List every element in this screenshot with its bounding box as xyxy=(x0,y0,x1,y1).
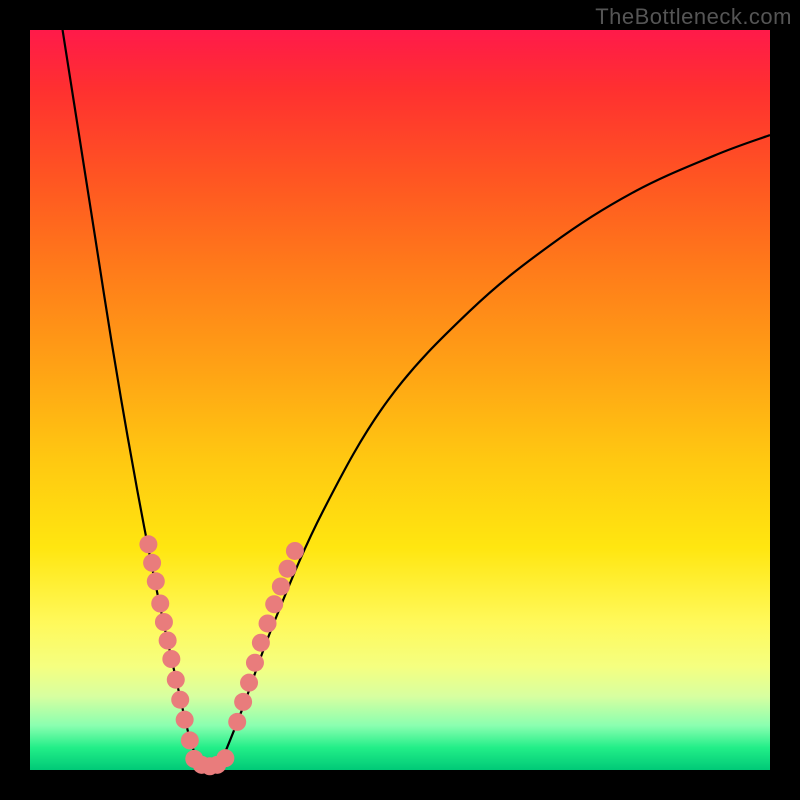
data-marker xyxy=(246,654,264,672)
data-marker xyxy=(272,577,290,595)
data-marker xyxy=(259,614,277,632)
right-branch-path xyxy=(221,135,770,763)
data-marker xyxy=(155,613,173,631)
data-marker xyxy=(228,713,246,731)
data-marker xyxy=(265,595,283,613)
data-marker xyxy=(234,693,252,711)
watermark-text: TheBottleneck.com xyxy=(595,4,792,30)
data-marker xyxy=(167,671,185,689)
data-marker xyxy=(216,749,234,767)
data-marker xyxy=(252,634,270,652)
outer-frame: TheBottleneck.com xyxy=(0,0,800,800)
data-marker xyxy=(162,650,180,668)
chart-svg xyxy=(30,30,770,770)
data-marker xyxy=(159,632,177,650)
data-marker xyxy=(279,560,297,578)
markers-bottom xyxy=(185,749,234,775)
data-marker xyxy=(181,731,199,749)
data-marker xyxy=(176,711,194,729)
plot-area xyxy=(30,30,770,770)
data-marker xyxy=(139,535,157,553)
data-marker xyxy=(171,691,189,709)
data-marker xyxy=(143,554,161,572)
markers-left xyxy=(139,535,198,749)
data-marker xyxy=(151,595,169,613)
curve-right-branch xyxy=(221,135,770,763)
markers-right xyxy=(228,542,304,731)
data-marker xyxy=(147,572,165,590)
data-marker xyxy=(286,542,304,560)
data-marker xyxy=(240,674,258,692)
